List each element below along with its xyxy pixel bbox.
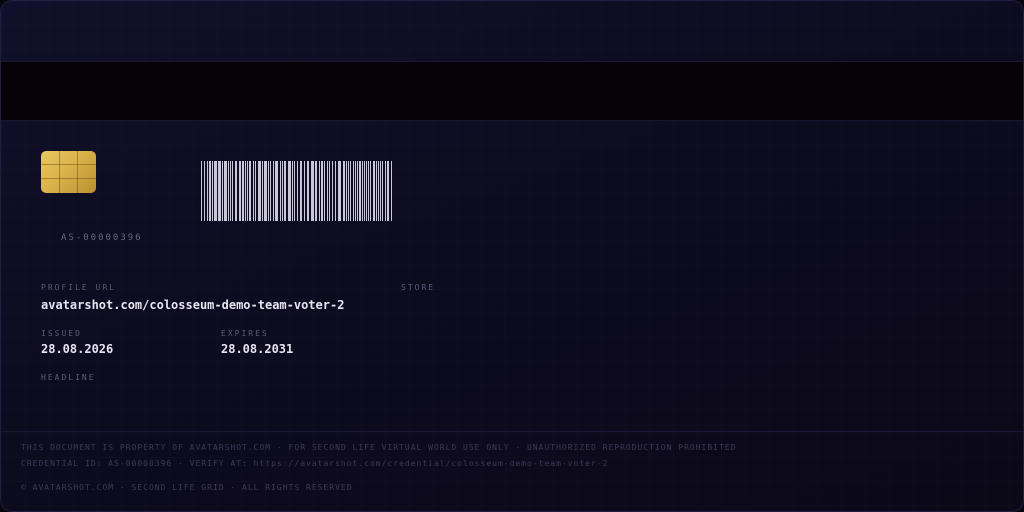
- barcode-bar: [249, 161, 251, 221]
- barcode-bar: [209, 161, 211, 221]
- chip-icon: [41, 151, 96, 193]
- barcode-bar: [357, 161, 358, 221]
- magnetic-stripe: [1, 61, 1023, 121]
- barcode-bar: [224, 161, 227, 221]
- barcode-bar: [253, 161, 254, 221]
- barcode-bar: [247, 161, 248, 221]
- barcode-bar: [366, 161, 367, 221]
- barcode-bar: [376, 161, 377, 221]
- barcode-bar: [268, 161, 269, 221]
- barcode-bar: [282, 161, 283, 221]
- profile-url-value: avatarshot.com/colosseum-demo-team-voter…: [41, 298, 345, 312]
- barcode-bar: [218, 161, 221, 221]
- barcode-bar: [275, 161, 278, 221]
- barcode-bar: [264, 161, 267, 221]
- credential-card-back: AS-00000396 PROFILE URL avatarshot.com/c…: [0, 0, 1024, 512]
- barcode-bar: [355, 161, 356, 221]
- barcode-bar: [230, 161, 231, 221]
- barcode-bar: [382, 161, 383, 221]
- barcode-bar: [338, 161, 341, 221]
- barcode-bar: [242, 161, 244, 221]
- barcode-bar: [207, 161, 208, 221]
- barcode-bar: [385, 161, 386, 221]
- issued-value: 28.08.2026: [41, 342, 114, 356]
- barcode-bar: [258, 161, 261, 221]
- barcode-bar: [212, 161, 213, 221]
- barcode-bar: [222, 161, 223, 221]
- expires-value: 28.08.2031: [221, 342, 294, 356]
- barcode-bar: [297, 161, 298, 221]
- barcode-bar: [343, 161, 345, 221]
- headline-label: HEADLINE: [41, 373, 96, 382]
- barcode-bar: [324, 161, 325, 221]
- barcode-bar: [332, 161, 333, 221]
- barcode-bar: [329, 161, 330, 221]
- barcode-bar: [273, 161, 274, 221]
- barcode-bar: [368, 161, 369, 221]
- barcode-bar: [204, 161, 205, 221]
- barcode-bar: [348, 161, 349, 221]
- barcode-bar: [294, 161, 295, 221]
- barcode-bar: [307, 161, 309, 221]
- barcode-bar: [359, 161, 361, 221]
- barcode-bar: [311, 161, 314, 221]
- barcode-bar: [300, 161, 302, 221]
- barcode-bar: [346, 161, 347, 221]
- barcode-bar: [353, 161, 354, 221]
- issued-label: ISSUED: [41, 329, 82, 338]
- barcode-bar: [364, 161, 365, 221]
- barcode-bar: [245, 161, 246, 221]
- barcode-bar: [378, 161, 379, 221]
- footer-divider: [1, 431, 1023, 432]
- barcode-bar: [391, 161, 392, 221]
- store-label: STORE: [401, 283, 436, 292]
- barcode-bar: [284, 161, 286, 221]
- barcode-bar: [362, 161, 363, 221]
- expires-label: EXPIRES: [221, 329, 269, 338]
- barcode-bar: [270, 161, 271, 221]
- barcode-bar: [304, 161, 305, 221]
- footer-notice: THIS DOCUMENT IS PROPERTY OF AVATARSHOT.…: [21, 443, 737, 452]
- barcode-bar: [387, 161, 389, 221]
- barcode-bar: [228, 161, 229, 221]
- barcode-bar: [288, 161, 291, 221]
- serial-number: AS-00000396: [61, 233, 143, 243]
- barcode-bar: [292, 161, 293, 221]
- barcode-bar: [373, 161, 375, 221]
- barcode-bar: [350, 161, 351, 221]
- barcode-bar: [239, 161, 241, 221]
- barcode-bar: [335, 161, 336, 221]
- footer-credential: CREDENTIAL ID: AS-00000396 · VERIFY AT: …: [21, 459, 609, 468]
- barcode-bar: [370, 161, 371, 221]
- barcode-bar: [214, 161, 217, 221]
- barcode-bar: [235, 161, 237, 221]
- barcode-bar: [380, 161, 381, 221]
- barcode-icon: [201, 161, 392, 221]
- barcode-bar: [321, 161, 323, 221]
- footer-copyright: © AVATARSHOT.COM · SECOND LIFE GRID · AL…: [21, 483, 353, 492]
- barcode-bar: [315, 161, 317, 221]
- barcode-bar: [232, 161, 233, 221]
- barcode-bar: [319, 161, 320, 221]
- barcode-bar: [201, 161, 202, 221]
- profile-url-label: PROFILE URL: [41, 283, 116, 292]
- barcode-bar: [262, 161, 263, 221]
- barcode-bar: [327, 161, 328, 221]
- barcode-bar: [280, 161, 281, 221]
- barcode-bar: [255, 161, 256, 221]
